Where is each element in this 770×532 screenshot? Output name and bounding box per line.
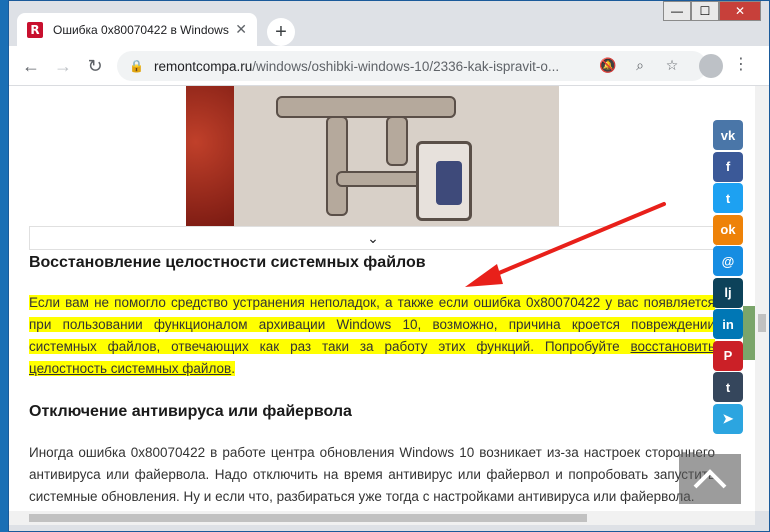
dragon-graphic [186, 86, 234, 226]
zoom-icon[interactable]: ⌕ [631, 57, 649, 74]
highlighted-text: Если вам не помогло средство устранения … [29, 295, 715, 376]
horizontal-scroll-thumb[interactable] [29, 514, 587, 522]
paragraph-tail: . [231, 361, 235, 376]
url-host: remontcompa.ru [153, 58, 253, 74]
tab-active[interactable]: R Ошибка 0x80070422 в Windows ✕ [17, 13, 257, 46]
tab-close-icon[interactable]: ✕ [235, 21, 247, 38]
paragraph-text: Если вам не помогло средство устранения … [29, 295, 715, 354]
share-odnoklassniki-icon[interactable]: ok [713, 214, 743, 245]
scroll-to-top-button[interactable] [679, 454, 741, 504]
tab-strip: R Ошибка 0x80070422 в Windows ✕ + — ☐ ✕ [9, 1, 769, 46]
section-text-restore: Если вам не помогло средство устранения … [29, 292, 715, 380]
site-favicon-icon: R [27, 21, 43, 38]
browser-window: R Ошибка 0x80070422 в Windows ✕ + — ☐ ✕ … [8, 0, 770, 532]
star-icon[interactable]: ☆ [663, 57, 681, 74]
share-livejournal-icon[interactable]: lj [713, 277, 743, 308]
vertical-scrollbar[interactable] [755, 86, 769, 511]
browser-toolbar: ← → ↻ 🔒 remontcompa.ru/windows/oshibki-w… [9, 46, 769, 86]
pipe-graphic [326, 116, 348, 216]
share-pinterest-icon[interactable]: P [713, 340, 743, 371]
minimize-button[interactable]: — [663, 1, 691, 21]
lock-icon[interactable]: 🔒 [129, 59, 144, 73]
menu-icon[interactable]: ⋮ [733, 54, 749, 74]
section-heading-restore: Восстановление целостности системных фай… [29, 254, 426, 271]
forward-button[interactable]: → [51, 54, 75, 78]
section-heading-antivirus: Отключение антивируса или файервола [29, 403, 352, 420]
collapse-toggle[interactable]: ⌄ [29, 226, 717, 250]
share-vk-icon[interactable]: vk [713, 120, 743, 150]
share-linkedin-icon[interactable]: in [713, 309, 743, 339]
url-path: /windows/oshibki-windows-10/2336-kak-isp… [252, 58, 560, 74]
share-facebook-icon[interactable]: f [713, 151, 743, 182]
new-tab-button[interactable]: + [267, 18, 295, 46]
sidebar-ad-strip [743, 306, 755, 360]
share-moimir-icon[interactable]: @ [713, 246, 743, 276]
vertical-scroll-thumb[interactable] [758, 314, 766, 332]
chevron-down-icon: ⌄ [367, 229, 379, 246]
article-image [186, 86, 559, 226]
chevron-up-icon [693, 469, 727, 489]
address-bar[interactable]: 🔒 remontcompa.ru/windows/oshibki-windows… [117, 51, 707, 81]
horizontal-scrollbar[interactable] [9, 511, 755, 525]
share-twitter-icon[interactable]: t [713, 183, 743, 213]
maximize-button[interactable]: ☐ [691, 1, 719, 21]
tab-title: Ошибка 0x80070422 в Windows [53, 22, 229, 37]
url-text: remontcompa.ru/windows/oshibki-windows-1… [154, 59, 584, 74]
page-viewport: ⌄ Восстановление целостности системных ф… [9, 86, 755, 511]
knight-graphic [436, 161, 462, 205]
close-window-button[interactable]: ✕ [719, 1, 761, 21]
pipe-graphic [386, 116, 408, 166]
bell-muted-icon[interactable]: 🔕 [599, 57, 617, 74]
share-tumblr-icon[interactable]: t [713, 372, 743, 402]
profile-icon[interactable] [699, 54, 723, 78]
section-text-antivirus: Иногда ошибка 0x80070422 в работе центра… [29, 445, 715, 504]
back-button[interactable]: ← [19, 54, 43, 78]
share-telegram-icon[interactable]: ➤ [713, 403, 743, 434]
reload-button[interactable]: ↻ [83, 54, 107, 78]
pipe-graphic [336, 171, 426, 187]
pipe-graphic [276, 96, 456, 118]
